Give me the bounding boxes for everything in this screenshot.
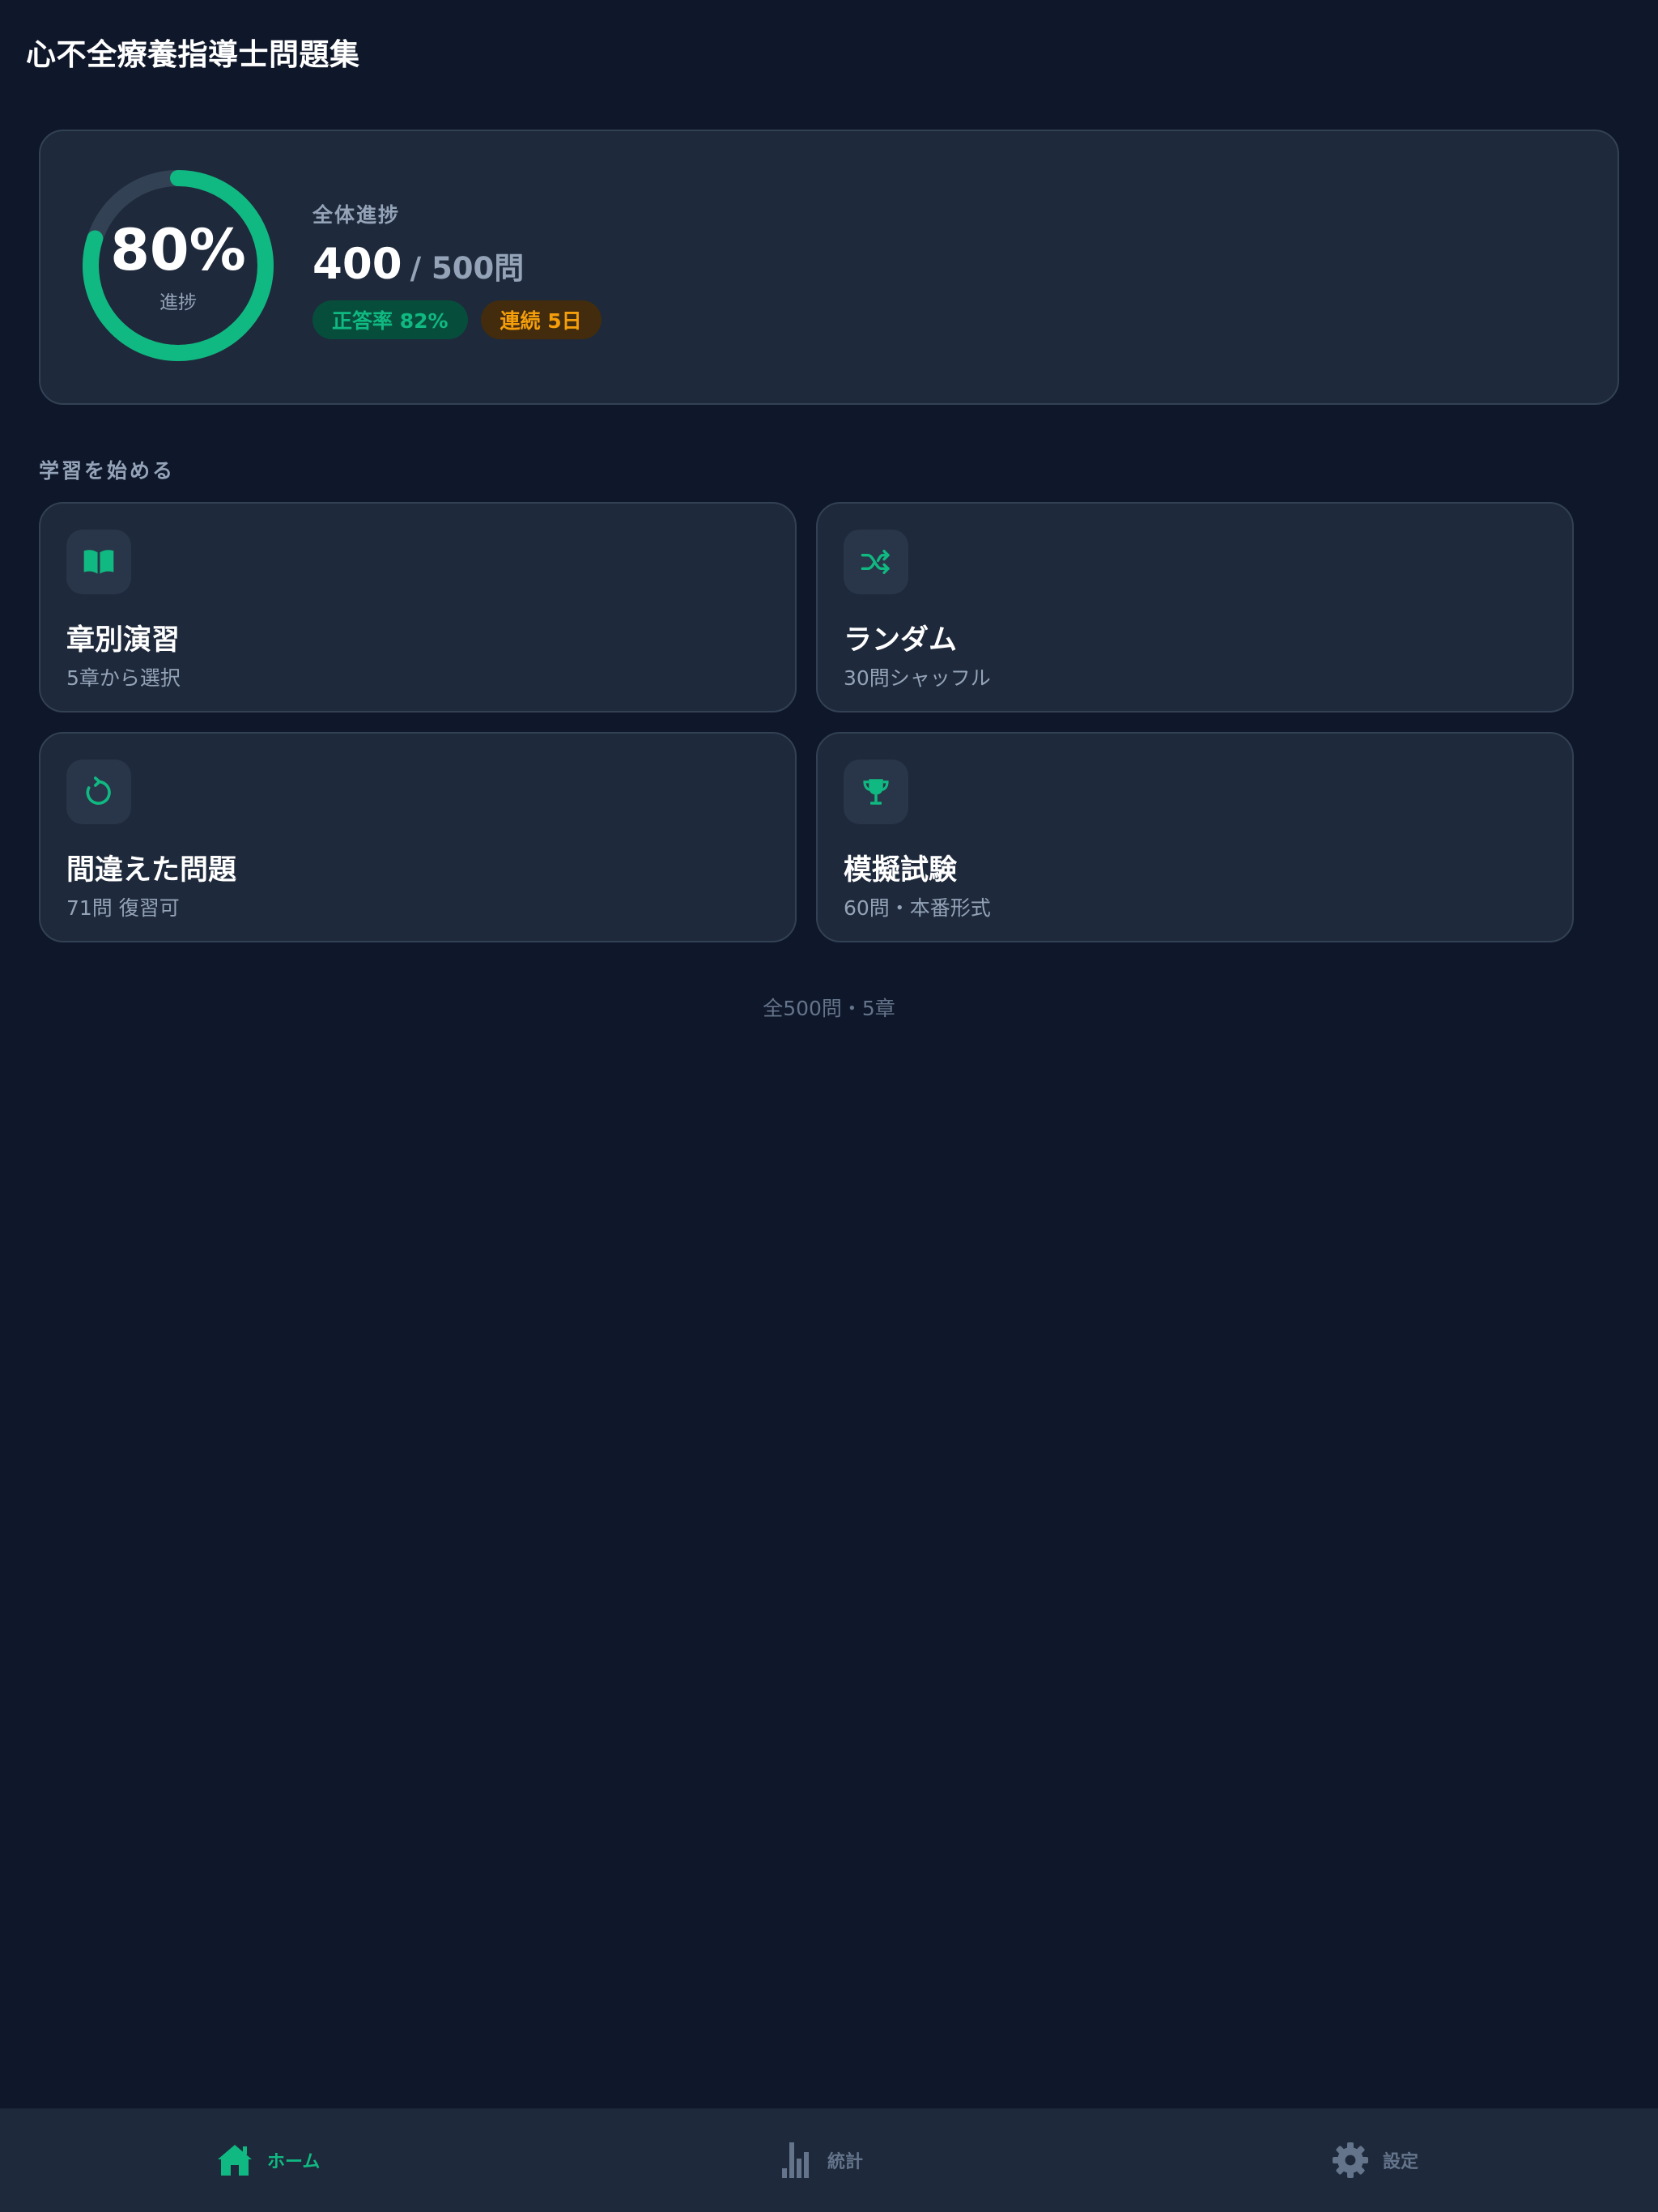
- shuffle-icon: [844, 530, 908, 594]
- card-subtitle: 5章から選択: [66, 666, 181, 690]
- overall-progress-label: 全体進捗: [312, 203, 401, 227]
- header: 心不全療養指導士問題集: [26, 29, 360, 74]
- progress-ring-label: 進捗: [159, 292, 197, 313]
- question-count: 400 / 500問: [312, 240, 614, 289]
- card-subtitle: 30問シャッフル: [844, 666, 991, 690]
- gear-icon: [1333, 2142, 1368, 2178]
- progress-card: 80% 進捗 全体進捗 400 / 500問 正答率 82% 連続 5日: [39, 130, 1619, 405]
- tab-label: ホーム: [267, 2152, 321, 2172]
- card-subtitle: 60問・本番形式: [844, 896, 991, 920]
- random-card[interactable]: ランダム 30問シャッフル: [816, 502, 1574, 713]
- progress-ring-center: 80% 進捗: [79, 167, 277, 364]
- stat-badges: 正答率 82% 連続 5日: [312, 300, 614, 339]
- progress-info: 全体進捗 400 / 500問 正答率 82% 連続 5日: [312, 199, 614, 339]
- home-icon: [218, 2145, 252, 2176]
- total-count: / 500問: [410, 251, 525, 286]
- bar-chart-icon: [782, 2142, 809, 2178]
- redo-icon: [66, 759, 131, 824]
- chapter-practice-card[interactable]: 章別演習 5章から選択: [39, 502, 797, 713]
- footer-note: 全500問・5章: [763, 997, 895, 1020]
- streak-badge: 連続 5日: [480, 300, 602, 339]
- book-open-icon: [66, 530, 131, 594]
- progress-ring: 80% 進捗: [79, 167, 277, 364]
- app-root: 心不全療養指導士問題集 80% 進捗 全体進捗 400 / 500問 正答率 8…: [0, 0, 1658, 2212]
- tab-label: 統計: [827, 2152, 864, 2172]
- tab-bar: ホーム 統計 設定: [0, 2108, 1658, 2212]
- answered-count: 400: [312, 240, 402, 289]
- wrong-answers-card[interactable]: 間違えた問題 71問 復習可: [39, 732, 797, 942]
- accuracy-badge: 正答率 82%: [312, 300, 468, 339]
- tab-settings[interactable]: 設定: [1331, 2108, 1418, 2212]
- card-title: 間違えた問題: [66, 854, 237, 887]
- app-title: 心不全療養指導士問題集: [26, 37, 360, 72]
- card-title: 模擬試験: [844, 854, 958, 887]
- card-title: 章別演習: [66, 624, 181, 657]
- section-label: 学習を始める: [39, 459, 176, 483]
- mock-exam-card[interactable]: 模擬試験 60問・本番形式: [816, 732, 1574, 942]
- card-subtitle: 71問 復習可: [66, 896, 180, 920]
- tab-home[interactable]: ホーム: [215, 2108, 320, 2212]
- progress-percent: 80%: [110, 217, 246, 283]
- card-title: ランダム: [844, 624, 958, 657]
- tab-stats[interactable]: 統計: [780, 2108, 863, 2212]
- trophy-icon: [844, 759, 908, 824]
- tab-label: 設定: [1383, 2152, 1419, 2172]
